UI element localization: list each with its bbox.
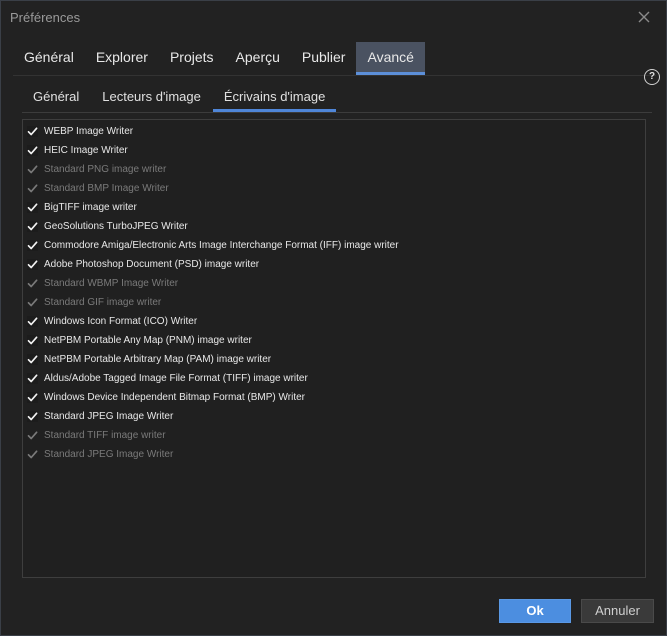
writer-checkbox bbox=[27, 278, 38, 289]
checkmark-icon bbox=[27, 146, 38, 155]
title-bar: Préférences bbox=[1, 1, 666, 35]
writer-checkbox[interactable] bbox=[27, 259, 38, 270]
writer-row[interactable]: Standard JPEG Image Writer bbox=[27, 407, 173, 426]
writer-row: Standard TIFF image writer bbox=[27, 426, 166, 445]
writer-row[interactable]: BigTIFF image writer bbox=[27, 198, 137, 217]
writer-label: Standard JPEG Image Writer bbox=[44, 411, 174, 422]
writer-row[interactable]: GeoSolutions TurboJPEG Writer bbox=[27, 217, 188, 236]
writer-label: Standard GIF image writer bbox=[44, 297, 162, 308]
window-title: Préférences bbox=[10, 10, 81, 25]
image-writers-list: WEBP Image Writer HEIC Image Writer Standa… bbox=[22, 119, 646, 578]
close-icon[interactable] bbox=[636, 9, 652, 25]
writer-row[interactable]: Commodore Amiga/Electronic Arts Image In… bbox=[27, 236, 399, 255]
main-tab-divider bbox=[13, 75, 656, 76]
tab-4[interactable]: Publier bbox=[291, 42, 357, 73]
writer-label: Standard BMP Image Writer bbox=[44, 183, 169, 194]
writer-checkbox[interactable] bbox=[27, 392, 38, 403]
writer-label: Windows Device Independent Bitmap Format… bbox=[44, 392, 306, 403]
sub-tab-bar: Général Lecteurs d'image Écrivains d'image bbox=[22, 85, 337, 112]
help-icon[interactable]: ? bbox=[644, 69, 660, 85]
writer-label: GeoSolutions TurboJPEG Writer bbox=[44, 221, 188, 232]
writer-label: Commodore Amiga/Electronic Arts Image In… bbox=[44, 240, 399, 251]
checkmark-icon bbox=[27, 241, 38, 250]
checkmark-icon bbox=[27, 165, 38, 174]
checkmark-icon bbox=[27, 279, 38, 288]
writer-label: Standard TIFF image writer bbox=[44, 430, 166, 441]
checkmark-icon bbox=[27, 336, 38, 345]
checkmark-icon bbox=[27, 222, 38, 231]
writer-label: WEBP Image Writer bbox=[44, 126, 134, 137]
writer-checkbox[interactable] bbox=[27, 335, 38, 346]
writer-checkbox[interactable] bbox=[27, 411, 38, 422]
checkmark-icon bbox=[27, 450, 38, 459]
subtab-1[interactable]: Lecteurs d'image bbox=[91, 85, 212, 109]
sub-tab-divider bbox=[22, 112, 652, 113]
subtab-2[interactable]: Écrivains d'image bbox=[212, 85, 337, 112]
writer-label: NetPBM Portable Any Map (PNM) image writ… bbox=[44, 335, 252, 346]
writer-row[interactable]: WEBP Image Writer bbox=[27, 122, 133, 141]
writer-label: Standard JPEG Image Writer bbox=[44, 449, 174, 460]
preferences-window: Préférences Général Explorer Projets Aperçu… bbox=[0, 0, 667, 636]
writer-row: Standard PNG image writer bbox=[27, 160, 166, 179]
checkmark-icon bbox=[27, 127, 38, 136]
writer-row[interactable]: HEIC Image Writer bbox=[27, 141, 128, 160]
writer-checkbox[interactable] bbox=[27, 316, 38, 327]
tab-5[interactable]: Avancé bbox=[356, 42, 425, 75]
checkmark-icon bbox=[27, 374, 38, 383]
ok-button[interactable]: Ok bbox=[499, 599, 571, 623]
writer-row[interactable]: Windows Icon Format (ICO) Writer bbox=[27, 312, 197, 331]
main-tab-bar: Général Explorer Projets Aperçu Publier Avanc… bbox=[13, 42, 425, 75]
checkmark-icon bbox=[27, 184, 38, 193]
writer-checkbox[interactable] bbox=[27, 354, 38, 365]
writer-checkbox bbox=[27, 297, 38, 308]
writer-checkbox[interactable] bbox=[27, 240, 38, 251]
writer-checkbox bbox=[27, 183, 38, 194]
writer-row[interactable]: Windows Device Independent Bitmap Format… bbox=[27, 388, 305, 407]
writer-label: Windows Icon Format (ICO) Writer bbox=[44, 316, 198, 327]
writer-checkbox[interactable] bbox=[27, 221, 38, 232]
writer-checkbox[interactable] bbox=[27, 126, 38, 137]
tab-2[interactable]: Projets bbox=[159, 42, 225, 73]
writer-row[interactable]: NetPBM Portable Any Map (PNM) image writ… bbox=[27, 331, 252, 350]
writer-checkbox[interactable] bbox=[27, 202, 38, 213]
writer-checkbox bbox=[27, 449, 38, 460]
writer-row[interactable]: Aldus/Adobe Tagged Image File Format (TI… bbox=[27, 369, 308, 388]
writer-row[interactable]: Adobe Photoshop Document (PSD) image wri… bbox=[27, 255, 259, 274]
writer-label: NetPBM Portable Arbitrary Map (PAM) imag… bbox=[44, 354, 272, 365]
writer-checkbox bbox=[27, 430, 38, 441]
writer-label: Adobe Photoshop Document (PSD) image wri… bbox=[44, 259, 260, 270]
writer-row: Standard GIF image writer bbox=[27, 293, 161, 312]
writer-label: Aldus/Adobe Tagged Image File Format (TI… bbox=[44, 373, 308, 384]
checkmark-icon bbox=[27, 393, 38, 402]
writer-row: Standard WBMP Image Writer bbox=[27, 274, 178, 293]
checkmark-icon bbox=[27, 298, 38, 307]
writer-checkbox bbox=[27, 164, 38, 175]
checkmark-icon bbox=[27, 412, 38, 421]
writer-row: Standard BMP Image Writer bbox=[27, 179, 169, 198]
writer-checkbox[interactable] bbox=[27, 145, 38, 156]
tab-1[interactable]: Explorer bbox=[85, 42, 159, 73]
checkmark-icon bbox=[27, 317, 38, 326]
subtab-0[interactable]: Général bbox=[22, 85, 90, 109]
checkmark-icon bbox=[27, 260, 38, 269]
checkmark-icon bbox=[27, 203, 38, 212]
tab-3[interactable]: Aperçu bbox=[225, 42, 291, 73]
writer-row[interactable]: NetPBM Portable Arbitrary Map (PAM) imag… bbox=[27, 350, 271, 369]
writer-label: BigTIFF image writer bbox=[44, 202, 137, 213]
writer-row: Standard JPEG Image Writer bbox=[27, 445, 173, 464]
tab-0[interactable]: Général bbox=[13, 42, 85, 73]
writer-label: HEIC Image Writer bbox=[44, 145, 128, 156]
cancel-button[interactable]: Annuler bbox=[581, 599, 654, 623]
checkmark-icon bbox=[27, 355, 38, 364]
writer-label: Standard PNG image writer bbox=[44, 164, 167, 175]
writer-checkbox[interactable] bbox=[27, 373, 38, 384]
checkmark-icon bbox=[27, 431, 38, 440]
writer-label: Standard WBMP Image Writer bbox=[44, 278, 179, 289]
